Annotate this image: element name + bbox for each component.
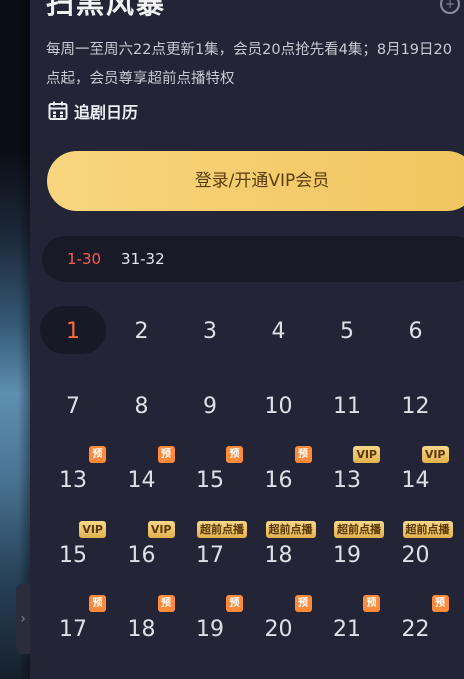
episode-item[interactable]: 12 [383,381,449,429]
tab-range-1-30[interactable]: 1-30 [67,250,101,268]
calendar-label: 追剧日历 [74,103,139,122]
vip-badge: VIP [79,520,106,538]
episode-item[interactable]: VIP 14 [383,446,449,503]
episode-number: 2 [134,319,149,344]
episode-item[interactable]: VIP 15 [40,520,106,578]
episode-number: 7 [66,393,80,419]
episode-number: 6 [408,319,423,344]
advance-play-badge: 超前点播 [197,520,247,538]
episode-number: 16 [264,468,293,493]
preview-badge: 预 [431,595,449,612]
episode-item[interactable]: 4 [246,306,312,354]
preview-badge: 预 [89,595,106,612]
episode-item[interactable]: 预 17 [40,595,106,652]
episode-item[interactable]: 预 22 [383,595,449,652]
episode-number: 10 [264,393,293,419]
episode-number: 12 [401,393,430,419]
backdrop-shade [18,0,30,679]
episode-number: 13 [59,468,87,493]
episode-item[interactable]: 5 [314,306,380,354]
calendar-icon [48,101,68,120]
preview-badge: 预 [226,595,243,612]
episode-number: 22 [401,617,430,642]
episode-number: 13 [333,468,361,493]
episode-number: 21 [333,617,361,642]
episode-item[interactable]: 7 [40,381,106,429]
calendar-link[interactable]: 追剧日历 [48,97,138,125]
episode-item[interactable]: 超前点播 18 [246,520,316,578]
episode-item[interactable]: 预 13 [40,446,106,503]
episode-item[interactable]: 9 [177,381,243,429]
episode-number: 8 [134,393,149,419]
episode-number: 19 [196,617,224,642]
episode-item[interactable]: 超前点播 20 [383,520,453,578]
episode-number: 15 [196,468,224,493]
episode-item[interactable]: 预 20 [246,595,312,652]
preview-badge: 预 [157,446,175,463]
video-backdrop [0,0,30,679]
episode-item[interactable]: 10 [246,381,312,429]
episode-number: 9 [203,393,217,419]
episode-item[interactable]: 超前点播 17 [177,520,247,578]
episode-item[interactable]: 超前点播 19 [314,520,384,578]
episode-number: 11 [333,393,361,419]
episode-item[interactable]: VIP 16 [109,520,175,578]
advance-play-badge: 超前点播 [334,520,384,538]
episode-item[interactable]: 预 18 [109,595,175,652]
close-icon[interactable]: + [440,0,460,14]
chevron-right-icon[interactable]: › [16,584,30,654]
preview-badge: 预 [294,446,312,463]
preview-badge: 预 [363,595,380,612]
login-vip-button[interactable]: 登录/开通VIP会员 [47,151,464,211]
vip-badge: VIP [147,520,175,538]
preview-badge: 预 [294,595,312,612]
episode-item[interactable]: 1 [40,306,106,354]
vip-badge: VIP [353,446,380,463]
episode-item[interactable]: 11 [314,381,380,429]
episode-item[interactable]: 6 [383,306,449,354]
episode-number: 18 [127,617,156,642]
episode-item[interactable]: 预 14 [109,446,175,503]
update-schedule: 每周一至周六22点更新1集，会员20点抢先看4集；8月19日20点起，会员尊享超… [46,42,452,87]
tab-range-31-32[interactable]: 31-32 [121,250,165,268]
preview-badge: 预 [157,595,175,612]
episode-item[interactable]: 3 [177,306,243,354]
episode-number: 19 [333,542,361,568]
episode-item[interactable]: 预 16 [246,446,312,503]
drama-title: 扫黑风暴 [46,0,167,20]
advance-play-badge: 超前点播 [265,520,316,538]
episode-number: 20 [401,542,430,568]
episode-item[interactable]: VIP 13 [314,446,380,503]
episode-number: 14 [401,468,430,493]
vip-badge: VIP [421,446,449,463]
preview-badge: 预 [226,446,243,463]
episode-number: 17 [196,542,224,568]
episode-range-tabs: 1-30 31-32 [42,236,464,282]
episode-number: 5 [340,319,354,344]
episode-item[interactable]: 预 19 [177,595,243,652]
episode-item[interactable]: 预 15 [177,446,243,503]
episode-number: 15 [59,542,87,568]
episode-number: 14 [127,468,156,493]
episode-number: 4 [271,319,286,344]
episode-number: 17 [59,617,87,642]
preview-badge: 预 [89,446,106,463]
episode-grid: 1 2 3 4 5 6 7 8 9 10 11 12 预 13 预 14 预 15 预 16 VIP 13 VIP 14 VIP… [40,306,453,666]
episode-number: 20 [264,617,293,642]
episode-item[interactable]: 8 [109,381,175,429]
episode-item[interactable]: 预 21 [314,595,380,652]
advance-play-badge: 超前点播 [402,520,453,538]
episode-number: 1 [66,319,80,344]
episode-panel: 扫黑风暴 + 每周一至周六22点更新1集，会员20点抢先看4集；8月19日20点… [30,0,464,679]
episode-number: 16 [127,542,156,568]
episode-number: 3 [203,319,217,344]
episode-number: 18 [264,542,293,568]
episode-item[interactable]: 2 [109,306,175,354]
